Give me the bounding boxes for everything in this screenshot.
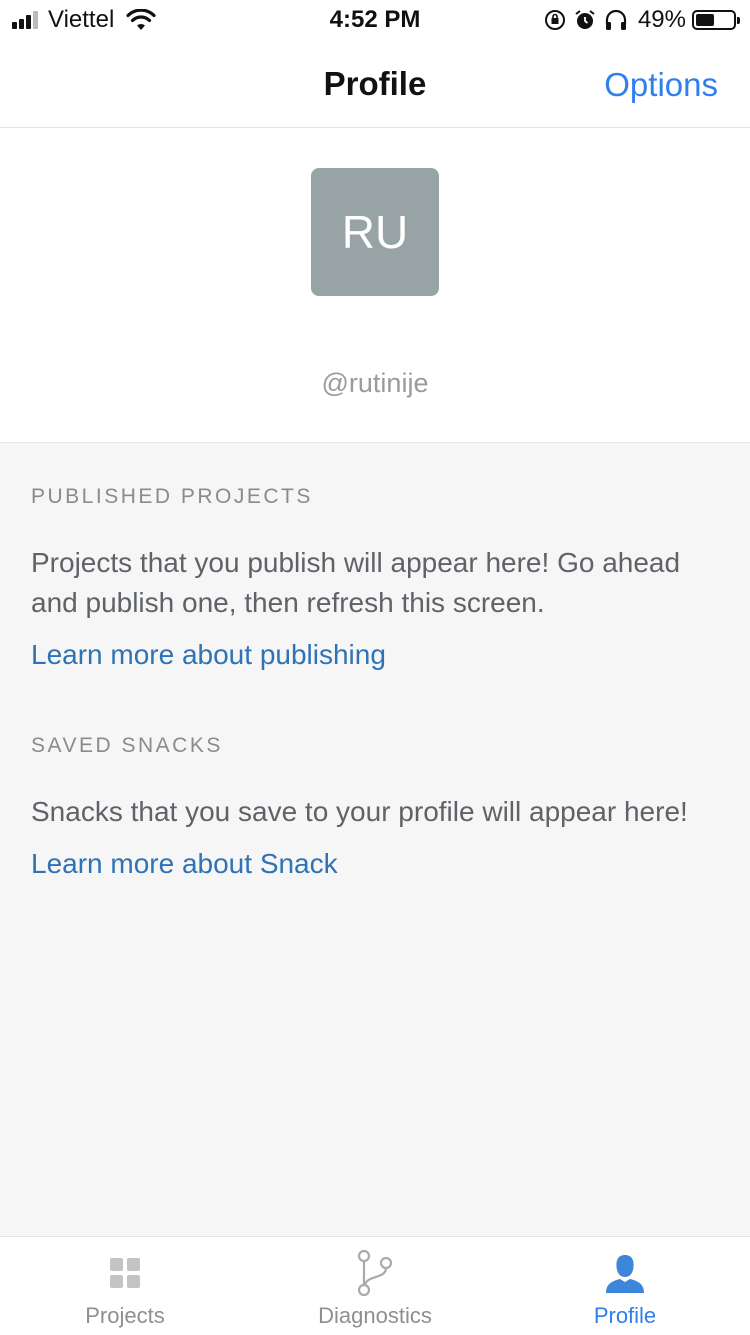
saved-snacks-section: SAVED SNACKS Snacks that you save to you… xyxy=(31,734,721,880)
section-heading: PUBLISHED PROJECTS xyxy=(31,485,313,508)
status-right: 49% xyxy=(536,6,740,34)
options-button[interactable]: Options xyxy=(604,40,718,127)
section-heading: SAVED SNACKS xyxy=(31,734,223,757)
headphones-icon xyxy=(605,9,627,30)
battery-icon xyxy=(692,10,740,30)
navigation-bar: Profile Options xyxy=(0,40,750,128)
profile-header: RU @rutinije xyxy=(0,128,750,443)
battery-percent: 49% xyxy=(637,6,686,33)
tab-bar: Projects Diagnostics Profile xyxy=(0,1236,750,1335)
username: @rutinije xyxy=(321,368,429,398)
tab-diagnostics[interactable]: Diagnostics xyxy=(250,1237,500,1335)
tab-label: Projects xyxy=(85,1303,165,1328)
section-description: Snacks that you save to your profile wil… xyxy=(31,796,688,827)
learn-more-snack-link[interactable]: Learn more about Snack xyxy=(31,848,338,880)
branch-icon xyxy=(250,1249,500,1297)
tab-label: Profile xyxy=(593,1303,657,1328)
status-bar: Viettel 4:52 PM 49% xyxy=(0,0,750,40)
person-icon xyxy=(500,1249,750,1297)
avatar: RU xyxy=(311,168,439,296)
tab-projects[interactable]: Projects xyxy=(0,1237,250,1335)
tab-profile[interactable]: Profile xyxy=(500,1237,750,1335)
orientation-lock-icon xyxy=(544,10,565,30)
published-projects-section: PUBLISHED PROJECTS Projects that you pub… xyxy=(31,485,721,671)
battery-level-fill xyxy=(696,14,714,26)
section-description: Projects that you publish will appear he… xyxy=(31,547,681,618)
alarm-icon xyxy=(575,10,595,29)
grid-icon xyxy=(0,1249,250,1297)
learn-more-publishing-link[interactable]: Learn more about publishing xyxy=(31,639,386,671)
tab-label: Diagnostics xyxy=(318,1303,432,1328)
